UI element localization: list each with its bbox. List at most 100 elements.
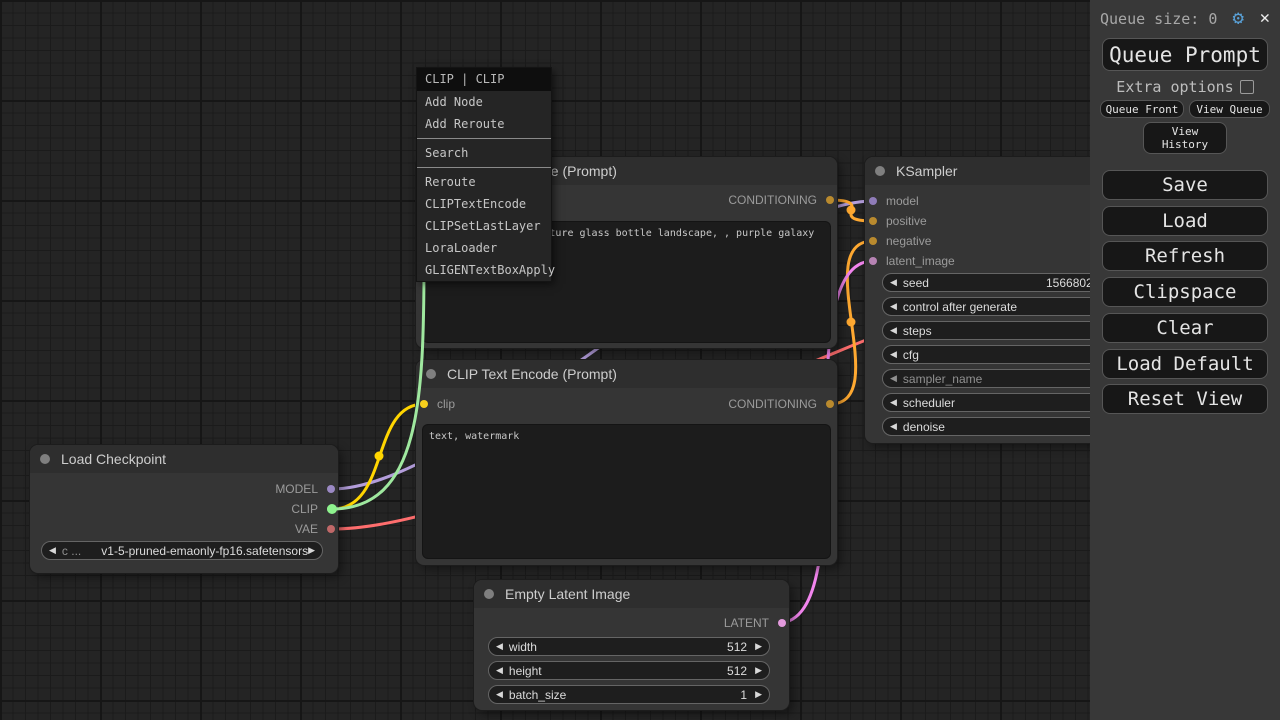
- menu-item-clipsetlastlayer[interactable]: CLIPSetLastLayer: [417, 215, 551, 237]
- dragging-link: [332, 258, 424, 509]
- close-icon[interactable]: ✕: [1260, 8, 1270, 28]
- decrement-arrow[interactable]: ◀: [890, 374, 897, 383]
- collapse-dot[interactable]: [426, 369, 436, 379]
- refresh-button[interactable]: Refresh: [1102, 241, 1268, 271]
- output-slot-VAE[interactable]: VAE: [295, 521, 335, 537]
- node-graph-canvas[interactable]: CLIP Text Encode (Prompt) clip CONDITIONIN…: [0, 0, 1090, 720]
- reset-view-button[interactable]: Reset View: [1102, 384, 1268, 414]
- output-dot: [327, 505, 335, 513]
- clear-button[interactable]: Clear: [1102, 313, 1268, 343]
- decrement-arrow[interactable]: ◀: [890, 398, 897, 407]
- decrement-arrow[interactable]: ◀: [49, 546, 56, 555]
- node-load-checkpoint[interactable]: Load Checkpoint MODEL CLIP VAE ◀ c ... v1-5-pr…: [30, 445, 338, 573]
- input-slot-latent_image[interactable]: latent_image: [869, 253, 955, 269]
- queue-size-label: Queue size: 0: [1100, 10, 1217, 28]
- output-label: CONDITIONING: [728, 397, 817, 411]
- widget-label: height: [509, 664, 542, 678]
- save-button[interactable]: Save: [1102, 170, 1268, 200]
- settings-gear-icon[interactable]: ⚙: [1233, 7, 1244, 29]
- decrement-arrow[interactable]: ◀: [890, 326, 897, 335]
- output-slot-LATENT[interactable]: LATENT: [724, 615, 786, 631]
- increment-arrow[interactable]: ▶: [755, 642, 762, 651]
- negative-link-dot: [847, 318, 856, 327]
- output-label: LATENT: [724, 616, 769, 630]
- decrement-arrow[interactable]: ◀: [890, 422, 897, 431]
- menu-item-add-reroute[interactable]: Add Reroute: [417, 113, 551, 135]
- output-slot-CONDITIONING[interactable]: CONDITIONING: [728, 192, 834, 208]
- context-menu: CLIP | CLIP Add NodeAdd RerouteSearchRer…: [417, 68, 551, 281]
- widget-c-[interactable]: ◀ c ... v1-5-pruned-emaonly-fp16.safetenso…: [41, 541, 323, 560]
- menu-item-gligentextboxapply[interactable]: GLIGENTextBoxApply: [417, 259, 551, 281]
- output-slot-CLIP[interactable]: CLIP: [291, 501, 335, 517]
- widget-label: steps: [903, 324, 932, 338]
- widget-value: 1566802087: [1046, 276, 1090, 290]
- node-title-bar[interactable]: Empty Latent Image: [474, 580, 789, 608]
- extra-options-checkbox[interactable]: [1240, 80, 1254, 94]
- queue-prompt-button[interactable]: Queue Prompt: [1102, 38, 1268, 71]
- collapse-dot[interactable]: [875, 166, 885, 176]
- menu-item-loraloader[interactable]: LoraLoader: [417, 237, 551, 259]
- input-slot-negative[interactable]: negative: [869, 233, 931, 249]
- input-dot: [869, 197, 877, 205]
- widget-label: scheduler: [903, 396, 955, 410]
- menu-item-add-node[interactable]: Add Node: [417, 91, 551, 113]
- widget-steps[interactable]: ◀ steps: [882, 321, 1090, 340]
- decrement-arrow[interactable]: ◀: [890, 278, 897, 287]
- output-slot-CONDITIONING[interactable]: CONDITIONING: [728, 396, 834, 412]
- node-title-bar[interactable]: Load Checkpoint: [30, 445, 338, 473]
- decrement-arrow[interactable]: ◀: [496, 690, 503, 699]
- increment-arrow[interactable]: ▶: [755, 690, 762, 699]
- input-label: positive: [886, 214, 927, 228]
- collapse-dot[interactable]: [484, 589, 494, 599]
- comfy-menu-panel: Queue size: 0 ⚙ ✕ Queue Prompt Extra opt…: [1090, 0, 1280, 720]
- load-button[interactable]: Load: [1102, 206, 1268, 236]
- collapse-dot[interactable]: [40, 454, 50, 464]
- widget-label: width: [509, 640, 537, 654]
- output-dot: [778, 619, 786, 627]
- prompt-textarea[interactable]: text, watermark: [423, 425, 830, 558]
- menu-item-cliptextencode[interactable]: CLIPTextEncode: [417, 193, 551, 215]
- input-slot-model[interactable]: model: [869, 193, 919, 209]
- widget-value: v1-5-pruned-emaonly-fp16.safetensors: [101, 544, 308, 558]
- node-title-bar[interactable]: KSampler: [865, 157, 1090, 185]
- clip-link: [332, 404, 424, 509]
- output-label: CONDITIONING: [728, 193, 817, 207]
- input-dot: [869, 257, 877, 265]
- node-clip-text-encode-negative[interactable]: CLIP Text Encode (Prompt) clip CONDITIONIN…: [416, 360, 837, 565]
- node-title-bar[interactable]: CLIP Text Encode (Prompt): [416, 360, 837, 388]
- output-dot: [327, 485, 335, 493]
- menu-item-search[interactable]: Search: [417, 142, 551, 164]
- decrement-arrow[interactable]: ◀: [496, 666, 503, 675]
- input-dot: [869, 217, 877, 225]
- input-slot-positive[interactable]: positive: [869, 213, 927, 229]
- widget-height[interactable]: ◀height512▶: [488, 661, 770, 680]
- widget-label: batch_size: [509, 688, 566, 702]
- view-history-button[interactable]: View History: [1143, 122, 1227, 154]
- widget-width[interactable]: ◀width512▶: [488, 637, 770, 656]
- widget-scheduler[interactable]: ◀ scheduler: [882, 393, 1090, 412]
- output-slot-MODEL[interactable]: MODEL: [275, 481, 335, 497]
- node-empty-latent-image[interactable]: Empty Latent ImageLATENT◀width512▶◀heigh…: [474, 580, 789, 710]
- widget-batch-size[interactable]: ◀batch_size1▶: [488, 685, 770, 704]
- widget-seed[interactable]: ◀seed1566802087: [882, 273, 1090, 292]
- extra-options-label: Extra options: [1116, 78, 1233, 96]
- widget-label: c ...: [62, 544, 81, 558]
- load-default-button[interactable]: Load Default: [1102, 349, 1268, 379]
- view-queue-button[interactable]: View Queue: [1189, 100, 1270, 118]
- decrement-arrow[interactable]: ◀: [496, 642, 503, 651]
- queue-front-button[interactable]: Queue Front: [1100, 100, 1184, 118]
- increment-arrow[interactable]: ▶: [308, 546, 315, 555]
- input-slot-clip[interactable]: clip: [420, 396, 455, 412]
- decrement-arrow[interactable]: ◀: [890, 350, 897, 359]
- menu-item-reroute[interactable]: Reroute: [417, 171, 551, 193]
- widget-label: denoise: [903, 420, 945, 434]
- widget-denoise[interactable]: ◀ denoise: [882, 417, 1090, 436]
- widget-cfg[interactable]: ◀ cfg: [882, 345, 1090, 364]
- clipspace-button[interactable]: Clipspace: [1102, 277, 1268, 307]
- increment-arrow[interactable]: ▶: [755, 666, 762, 675]
- widget-label: cfg: [903, 348, 919, 362]
- decrement-arrow[interactable]: ◀: [890, 302, 897, 311]
- widget-control-after-generate[interactable]: ◀control after generaterandomize: [882, 297, 1090, 316]
- node-ksampler[interactable]: KSampler model positive negative latent_imag…: [865, 157, 1090, 443]
- widget-sampler-name[interactable]: ◀sampler_name: [882, 369, 1090, 388]
